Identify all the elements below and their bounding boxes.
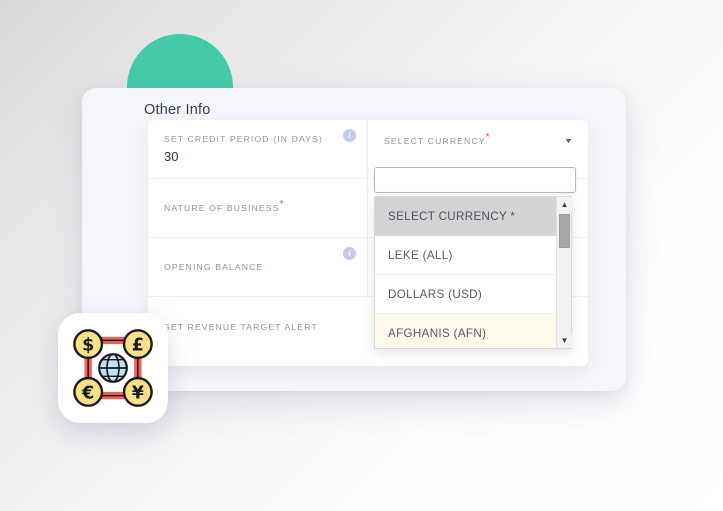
currency-exchange-icon: $ £ € ¥ [73,329,153,407]
field-set-credit-period[interactable]: i SET CREDIT PERIOD (IN DAYS) 30 [148,120,368,178]
required-marker: * [279,199,285,211]
field-label: SELECT CURRENCY* [384,132,491,146]
field-nature-of-business[interactable]: NATURE OF BUSINESS* [148,179,368,237]
dropdown-option[interactable]: LEKE (ALL) [375,236,556,275]
chevron-down-icon[interactable]: ▼ [564,138,573,145]
scroll-up-arrow-icon[interactable]: ▲ [557,197,572,212]
dropdown-search-input[interactable] [374,167,576,193]
dropdown-list-container: SELECT CURRENCY * LEKE (ALL) DOLLARS (US… [374,196,572,349]
dropdown-option-list[interactable]: SELECT CURRENCY * LEKE (ALL) DOLLARS (US… [375,197,556,348]
field-opening-balance[interactable]: i OPENING BALANCE [148,238,368,296]
info-icon[interactable]: i [343,129,356,142]
page-title: Other Info [144,102,211,118]
scrollbar-thumb[interactable] [559,214,570,248]
field-label: SET CREDIT PERIOD (IN DAYS) [164,134,324,144]
info-icon[interactable]: i [343,247,356,260]
select-currency-header[interactable]: SELECT CURRENCY* ▼ [384,132,573,146]
field-label: OPENING BALANCE [164,262,264,272]
dropdown-option[interactable]: DOLLARS (USD) [375,275,556,314]
scroll-down-arrow-icon[interactable]: ▼ [557,333,572,348]
svg-text:£: £ [132,336,144,356]
dropdown-scrollbar[interactable]: ▲ ▼ [556,197,572,348]
svg-text:¥: ¥ [132,383,144,403]
required-marker: * [485,132,491,144]
dropdown-option[interactable]: AFGHANIS (AFN) [375,314,556,348]
currency-dropdown-panel[interactable]: SELECT CURRENCY * LEKE (ALL) DOLLARS (US… [374,167,578,349]
svg-text:$: $ [82,336,94,356]
svg-text:€: € [81,383,94,403]
dropdown-option[interactable]: SELECT CURRENCY * [375,197,556,236]
field-label: NATURE OF BUSINESS* [164,199,285,213]
currency-exchange-app-icon[interactable]: $ £ € ¥ [58,313,168,423]
field-value: 30 [164,149,179,164]
